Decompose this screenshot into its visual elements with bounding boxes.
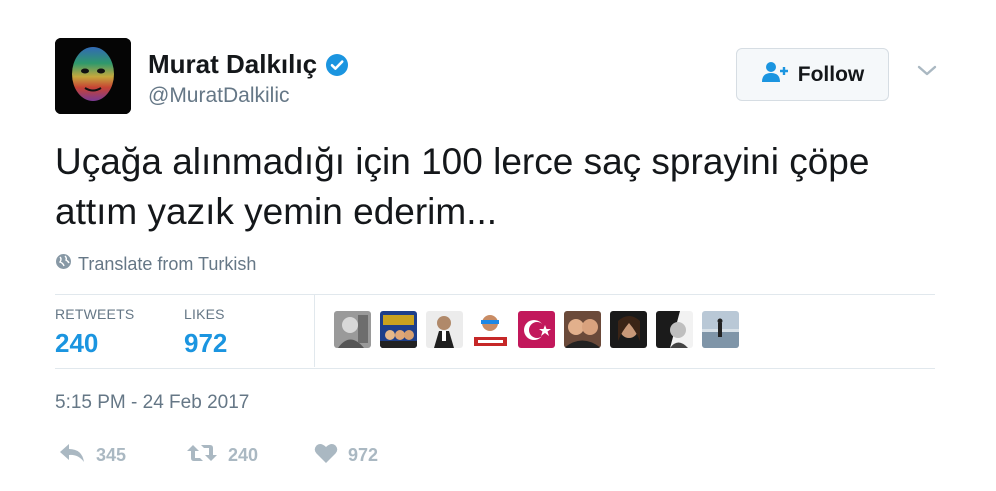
liker-avatar-1[interactable]	[334, 311, 371, 348]
likes-stat-value[interactable]: 972	[184, 328, 227, 359]
globe-icon	[55, 253, 78, 275]
follow-button[interactable]: Follow	[736, 48, 889, 101]
retweets-stat-value[interactable]: 240	[55, 328, 134, 359]
liker-avatar-4[interactable]	[472, 311, 509, 348]
retweet-count: 240	[228, 445, 259, 465]
author-avatar[interactable]	[55, 38, 131, 114]
divider-top	[55, 294, 935, 295]
likers-list	[334, 311, 739, 348]
heart-icon	[314, 442, 338, 469]
liker-avatar-2[interactable]	[380, 311, 417, 348]
verified-badge-icon	[325, 53, 349, 77]
chevron-down-icon[interactable]	[916, 64, 938, 83]
author-handle[interactable]: @MuratDalkilic	[148, 84, 290, 108]
reply-icon	[58, 442, 86, 469]
liker-avatar-6[interactable]	[564, 311, 601, 348]
liker-avatar-9[interactable]	[702, 311, 739, 348]
likes-stat-label: LIKES	[184, 306, 225, 322]
add-user-icon	[761, 61, 791, 88]
author-display-name[interactable]: Murat Dalkılıç	[148, 49, 317, 80]
follow-label: Follow	[797, 62, 865, 86]
liker-avatar-5[interactable]	[518, 311, 555, 348]
translate-link[interactable]: Translate from Turkish	[55, 253, 256, 275]
like-count: 972	[348, 445, 379, 465]
liker-avatar-8[interactable]	[656, 311, 693, 348]
retweet-icon	[186, 442, 218, 469]
liker-avatar-7[interactable]	[610, 311, 647, 348]
author-name[interactable]: Murat Dalkılıç	[148, 49, 349, 80]
reply-count: 345	[96, 445, 127, 465]
stats-divider	[314, 295, 315, 367]
liker-avatar-3[interactable]	[426, 311, 463, 348]
likes-stat[interactable]: LIKES 972	[184, 306, 227, 359]
tweet-timestamp[interactable]: 5:15 PM - 24 Feb 2017	[55, 392, 249, 414]
retweet-button[interactable]: 240	[186, 442, 258, 469]
translate-label[interactable]: Translate from Turkish	[78, 254, 256, 275]
retweets-stat[interactable]: RETWEETS 240	[55, 306, 134, 359]
like-button[interactable]: 972	[314, 442, 378, 469]
reply-button[interactable]: 345	[58, 442, 126, 469]
divider-bottom	[55, 368, 935, 369]
retweets-stat-label: RETWEETS	[55, 306, 135, 322]
tweet-text: Uçağa alınmadığı için 100 lerce saç spra…	[55, 141, 870, 232]
